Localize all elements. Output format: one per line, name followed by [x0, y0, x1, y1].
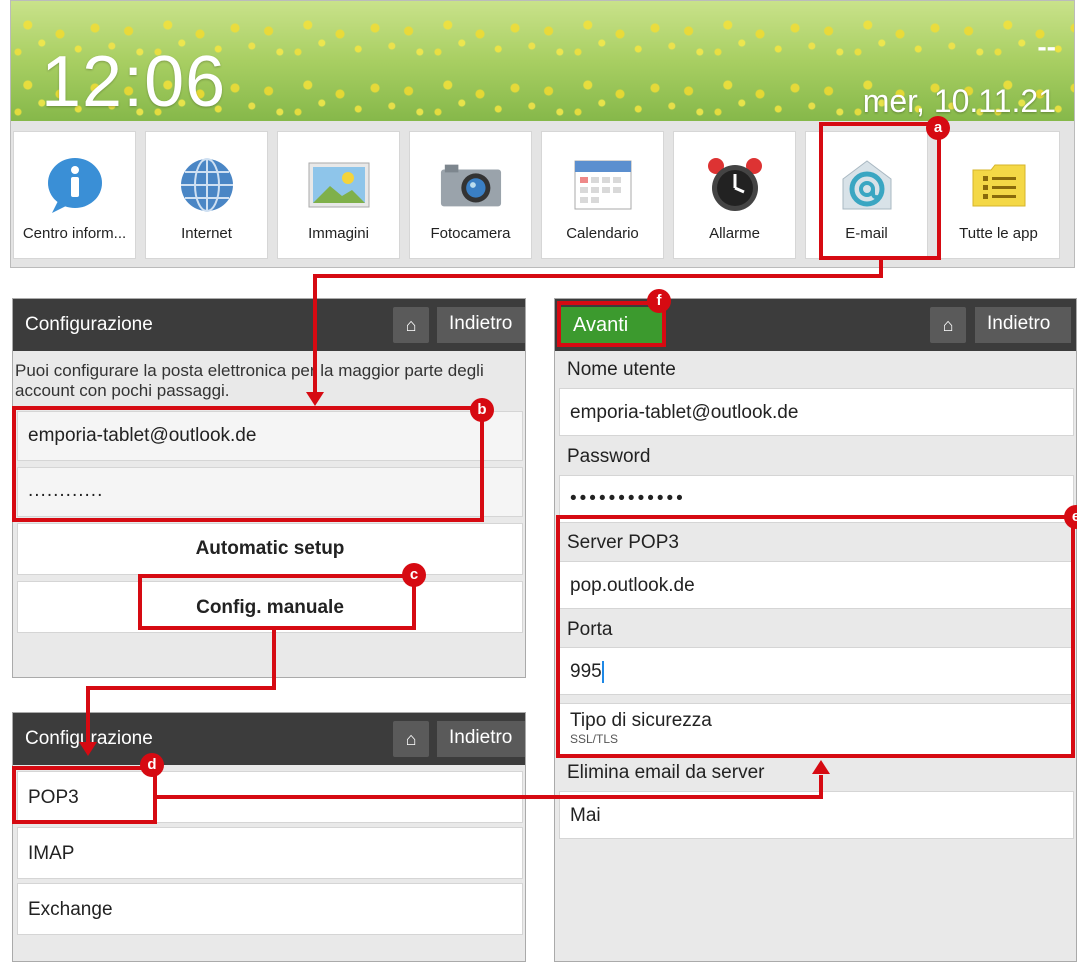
delete-label: Elimina email da server — [567, 762, 765, 783]
home-icon: ⌂ — [942, 314, 954, 335]
username-field[interactable]: emporia-tablet@outlook.de — [559, 388, 1074, 436]
tile-label: Tutte le app — [959, 225, 1038, 242]
tile-label: Calendario — [566, 225, 639, 242]
highlight-pop3 — [12, 766, 157, 824]
badge-c: c — [402, 563, 426, 587]
connector-line — [313, 274, 883, 278]
badge-a: a — [926, 116, 950, 140]
tile-internet[interactable]: Internet — [145, 131, 268, 259]
calendar-icon — [571, 154, 635, 216]
tile-label: Fotocamera — [430, 225, 511, 242]
tile-label: Allarme — [709, 225, 760, 242]
connector-line — [313, 274, 317, 394]
connector-line — [86, 686, 90, 744]
automatic-setup-button[interactable]: Automatic setup — [17, 523, 523, 575]
home-button[interactable]: ⌂ — [930, 307, 966, 343]
option-imap[interactable]: IMAP — [17, 827, 523, 879]
username-label: Nome utente — [567, 359, 676, 380]
highlight-email-tile — [819, 122, 941, 260]
username-value: emporia-tablet@outlook.de — [570, 402, 799, 423]
connector-line — [819, 775, 823, 799]
highlight-manual-setup — [138, 574, 416, 630]
home-button[interactable]: ⌂ — [393, 307, 429, 343]
badge-b: b — [470, 398, 494, 422]
tile-info-center[interactable]: Centro inform... — [13, 131, 136, 259]
tile-images[interactable]: Immagini — [277, 131, 400, 259]
home-icon: ⌂ — [405, 728, 417, 749]
setup-description: Puoi configurare la posta elettronica pe… — [15, 361, 484, 400]
title-bar: Configurazione ⌂ Indietro — [13, 299, 525, 351]
arrow-down-icon — [79, 742, 97, 756]
highlight-credentials — [12, 406, 484, 522]
option-exchange[interactable]: Exchange — [17, 883, 523, 935]
tile-label: Immagini — [308, 225, 369, 242]
automatic-setup-label: Automatic setup — [195, 538, 345, 559]
alarm-clock-icon — [703, 154, 767, 216]
clock-date: mer, 10.11.21 — [862, 83, 1056, 119]
connector-line — [86, 686, 276, 690]
tile-label: Internet — [181, 225, 232, 242]
home-icon: ⌂ — [405, 314, 417, 335]
page-title: Configurazione — [25, 314, 153, 335]
arrow-down-icon — [306, 392, 324, 406]
arrow-up-icon — [812, 760, 830, 774]
password-value: •••••••••••• — [570, 488, 686, 509]
connector-line — [157, 795, 823, 799]
tile-label: Centro inform... — [22, 225, 127, 242]
clock-dash: -- — [1037, 31, 1056, 62]
back-button[interactable]: Indietro — [437, 721, 525, 757]
highlight-server-settings — [556, 515, 1075, 758]
badge-d: d — [140, 753, 164, 777]
folder-list-icon — [967, 154, 1031, 216]
connector-line — [272, 628, 276, 688]
back-button[interactable]: Indietro — [437, 307, 525, 343]
password-label: Password — [567, 446, 651, 467]
option-label: IMAP — [28, 843, 75, 864]
tile-calendar[interactable]: Calendario — [541, 131, 664, 259]
option-label: Exchange — [28, 899, 113, 920]
info-icon — [43, 154, 107, 216]
tile-alarm[interactable]: Allarme — [673, 131, 796, 259]
clock-time: 12:06 — [41, 42, 227, 122]
globe-icon — [175, 154, 239, 216]
tile-all-apps[interactable]: Tutte le app — [937, 131, 1060, 259]
tile-camera[interactable]: Fotocamera — [409, 131, 532, 259]
delete-value: Mai — [570, 805, 601, 826]
back-button[interactable]: Indietro — [975, 307, 1071, 343]
home-button[interactable]: ⌂ — [393, 721, 429, 757]
badge-f: f — [647, 289, 671, 313]
camera-icon — [439, 154, 503, 216]
image-icon — [307, 154, 371, 216]
